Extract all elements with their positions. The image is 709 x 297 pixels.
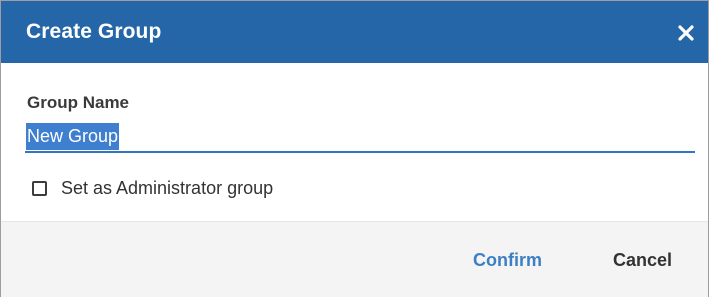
admin-group-checkbox-label[interactable]: Set as Administrator group bbox=[61, 178, 273, 199]
dialog-footer: Confirm Cancel bbox=[1, 221, 708, 297]
admin-group-checkbox-row[interactable]: Set as Administrator group bbox=[32, 177, 273, 199]
group-name-input[interactable] bbox=[25, 121, 695, 153]
dialog-body: Group Name New Group Set as Administrato… bbox=[1, 63, 708, 221]
confirm-button[interactable]: Confirm bbox=[473, 250, 542, 271]
close-icon bbox=[678, 25, 694, 41]
dialog-title: Create Group bbox=[26, 20, 162, 43]
dialog-header: Create Group bbox=[1, 1, 708, 63]
create-group-dialog: Create Group Group Name New Group Set as… bbox=[0, 0, 709, 297]
admin-group-checkbox[interactable] bbox=[32, 180, 47, 196]
cancel-button[interactable]: Cancel bbox=[613, 250, 672, 271]
group-name-label: Group Name bbox=[27, 93, 130, 112]
close-button[interactable] bbox=[674, 19, 698, 45]
